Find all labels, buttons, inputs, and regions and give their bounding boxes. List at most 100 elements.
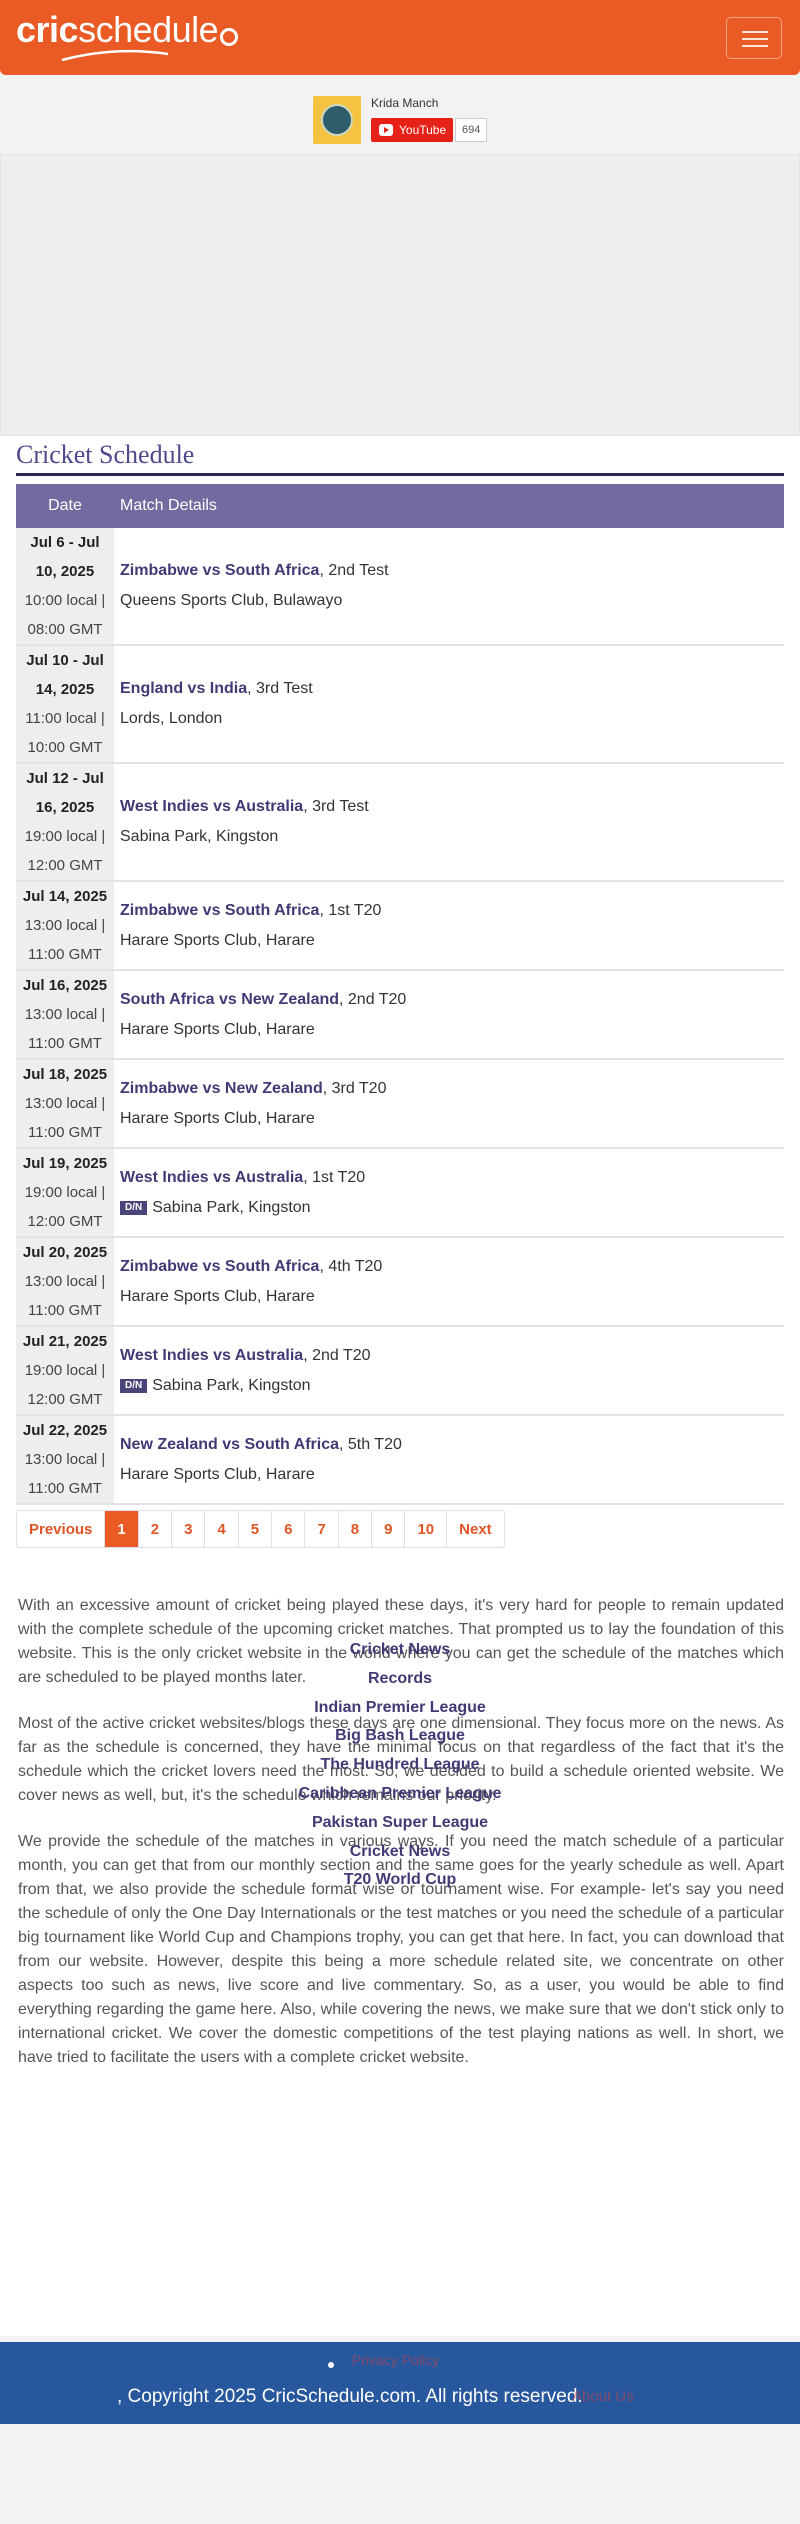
match-venue: Sabina Park, Kingston [120,828,279,845]
link-t20-world-cup[interactable]: T20 World Cup [0,1866,800,1895]
channel-avatar[interactable] [313,96,361,144]
schedule-row: Jul 10 - Jul 14, 2025 11:00 local | 10:00 … [16,645,784,764]
match-details-cell: West Indies vs Australia, 2nd T20 D/N Sabi… [114,1326,784,1416]
match-date: Jul 6 - Jul 10, 2025 [30,534,100,580]
pagination-page[interactable]: 10 [405,1511,448,1547]
match-date-cell: Jul 20, 2025 13:00 local | 11:00 GMT [16,1237,114,1327]
match-gmt-time: 11:00 GMT [28,1302,102,1319]
match-gmt-time: 11:00 GMT [28,1480,102,1497]
match-link[interactable]: Zimbabwe vs South Africa [120,562,319,579]
match-date: Jul 10 - Jul 14, 2025 [26,652,104,698]
link-cricket-news-2[interactable]: Cricket News [0,1838,800,1867]
match-date-cell: Jul 6 - Jul 10, 2025 10:00 local | 08:00 G… [16,528,114,646]
youtube-play-icon [379,124,393,136]
pagination-page[interactable]: 7 [305,1511,339,1547]
pagination-page[interactable]: 3 [172,1511,206,1547]
link-pakistan-super-league[interactable]: Pakistan Super League [0,1809,800,1838]
pagination-page[interactable]: 1 [105,1511,139,1547]
match-type: , 4th T20 [319,1257,383,1275]
logo-text-schedule: schedule [78,9,219,50]
match-link[interactable]: New Zealand vs South Africa [120,1436,339,1453]
column-header-match-details: Match Details [114,484,784,528]
match-venue: Sabina Park, Kingston [152,1198,311,1216]
pagination-page[interactable]: 5 [239,1511,273,1547]
match-link[interactable]: Zimbabwe vs South Africa [120,1258,319,1275]
match-local-time: 13:00 local | [24,1006,106,1023]
site-logo[interactable]: cricschedule [16,9,239,50]
match-venue: Lords, London [120,710,223,727]
match-venue: Harare Sports Club, Harare [120,1109,315,1127]
pagination: Previous 1 2 3 4 5 6 7 8 9 10 Next [16,1510,505,1548]
match-venue: Harare Sports Club, Harare [120,931,315,949]
youtube-button-label: YouTube [399,123,447,137]
match-local-time: 13:00 local | [24,1095,106,1112]
link-records[interactable]: Records [0,1665,800,1694]
column-header-date: Date [16,484,114,528]
match-venue: Sabina Park, Kingston [152,1376,311,1394]
match-link[interactable]: Zimbabwe vs New Zealand [120,1080,323,1097]
match-link[interactable]: England vs India [120,680,247,697]
schedule-row: Jul 22, 2025 13:00 local | 11:00 GMT New Ze… [16,1415,784,1505]
page-title: Cricket Schedule [16,440,195,469]
pagination-page[interactable]: 9 [372,1511,406,1547]
pagination-next[interactable]: Next [447,1511,504,1547]
match-details-cell: South Africa vs New Zealand, 2nd T20 Hara… [114,970,784,1060]
schedule-row: Jul 6 - Jul 10, 2025 10:00 local | 08:00 G… [16,528,784,646]
match-details-cell: England vs India, 3rd Test Lords, London [114,645,784,764]
match-date-cell: Jul 22, 2025 13:00 local | 11:00 GMT [16,1415,114,1505]
match-date: Jul 20, 2025 [22,1244,108,1261]
pagination-page[interactable]: 8 [339,1511,373,1547]
match-venue: Queens Sports Club, Bulawayo [120,592,343,609]
match-date: Jul 19, 2025 [22,1155,108,1172]
match-link[interactable]: Zimbabwe vs South Africa [120,902,319,919]
link-caribbean-premier-league[interactable]: Caribbean Premier League [0,1780,800,1809]
hamburger-menu-button[interactable] [726,17,782,59]
match-local-time: 19:00 local | [24,828,106,845]
match-date-cell: Jul 19, 2025 19:00 local | 12:00 GMT [16,1148,114,1238]
match-type: , 3rd Test [303,798,369,815]
link-indian-premier-league[interactable]: Indian Premier League [0,1694,800,1723]
day-night-badge: D/N [120,1378,148,1393]
match-date: Jul 18, 2025 [22,1066,108,1083]
footer-copyright: , Copyright 2025 CricSchedule.com. All r… [117,2386,583,2407]
youtube-subscribe-button[interactable]: YouTube [371,118,453,142]
match-link[interactable]: South Africa vs New Zealand [120,991,339,1008]
match-gmt-time: 11:00 GMT [28,946,102,963]
match-details-cell: Zimbabwe vs South Africa, 4th T20 Harare … [114,1237,784,1327]
match-local-time: 19:00 local | [24,1362,106,1379]
pagination-page[interactable]: 4 [205,1511,239,1547]
pagination-page[interactable]: 2 [139,1511,173,1547]
match-local-time: 13:00 local | [24,917,106,934]
footer-about-link[interactable]: About Us [572,2388,634,2405]
match-type: , 2nd Test [319,562,389,579]
site-footer: Privacy Policy , Copyright 2025 CricSche… [0,2342,800,2424]
schedule-row: Jul 12 - Jul 16, 2025 19:00 local | 12:00 … [16,763,784,882]
cricket-ball-icon [220,28,239,46]
match-gmt-time: 12:00 GMT [27,1213,103,1230]
match-gmt-time: 08:00 GMT [27,621,103,638]
match-date-cell: Jul 12 - Jul 16, 2025 19:00 local | 12:00 … [16,763,114,882]
match-venue: Harare Sports Club, Harare [120,1020,315,1038]
match-details-cell: West Indies vs Australia, 3rd Test Sabina… [114,763,784,882]
match-local-time: 13:00 local | [24,1273,106,1290]
match-details-cell: Zimbabwe vs South Africa, 1st T20 Harare … [114,881,784,971]
match-date: Jul 14, 2025 [22,888,108,905]
match-details-cell: New Zealand vs South Africa, 5th T20 Hara… [114,1415,784,1505]
site-header: cricschedule [0,0,800,75]
subscriber-count: 694 [455,118,488,142]
match-link[interactable]: West Indies vs Australia [120,798,303,815]
match-gmt-time: 10:00 GMT [27,739,103,756]
pagination-previous[interactable]: Previous [17,1511,106,1547]
match-link[interactable]: West Indies vs Australia [120,1347,303,1364]
footer-privacy-link[interactable]: Privacy Policy [352,2352,439,2368]
match-type: , 3rd T20 [322,1079,387,1097]
schedule-row: Jul 16, 2025 13:00 local | 11:00 GMT South … [16,970,784,1060]
link-the-hundred-league[interactable]: The Hundred League [0,1751,800,1780]
link-cricket-news[interactable]: Cricket News [0,1636,800,1665]
bullet-icon [328,2362,334,2368]
match-link[interactable]: West Indies vs Australia [120,1169,303,1186]
match-type: , 1st T20 [319,901,382,919]
link-big-bash-league[interactable]: Big Bash League [0,1722,800,1751]
quick-links: Cricket News Records Indian Premier Leag… [0,1636,800,1895]
pagination-page[interactable]: 6 [272,1511,306,1547]
